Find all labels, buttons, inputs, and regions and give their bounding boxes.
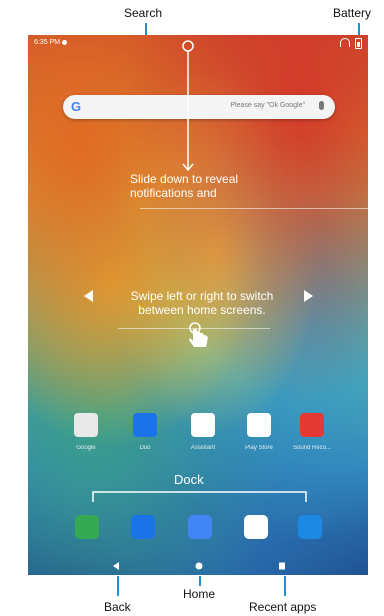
sound-recorder-icon[interactable]	[300, 413, 324, 437]
app-label: Google	[76, 445, 96, 451]
battery-icon	[355, 38, 362, 49]
dock-label: Dock	[174, 472, 204, 487]
home-callout-label: Home	[183, 587, 216, 601]
back-callout-line	[117, 576, 119, 596]
notification-divider	[140, 208, 368, 209]
slide-hint-line2: notifications and	[130, 186, 217, 200]
notification-dot-icon	[62, 40, 67, 45]
google-search-bar[interactable]: G Please say "Ok Google"	[63, 95, 335, 119]
recent-callout-label: Recent apps	[249, 600, 317, 614]
tablet-screen: 6:35 PM G Please say "Ok Google" Slide d…	[28, 35, 368, 575]
app-label: Play Store	[245, 445, 273, 451]
swipe-right-arrow-icon	[304, 290, 313, 302]
swipe-left-arrow-icon	[84, 290, 93, 302]
search-callout-label: Search	[124, 6, 163, 20]
wifi-icon	[340, 38, 350, 47]
swipe-hint-line1: Swipe left or right to switch	[130, 289, 274, 303]
battery-callout-label: Battery	[333, 6, 372, 20]
app-label: Assistant	[190, 445, 216, 451]
slide-down-arrow-icon	[182, 40, 194, 172]
status-bar: 6:35 PM	[28, 35, 368, 53]
recent-apps-nav-button[interactable]	[277, 561, 287, 571]
messages-icon[interactable]	[131, 515, 155, 539]
play-store-icon[interactable]	[247, 413, 271, 437]
camera-icon[interactable]	[298, 515, 322, 539]
slide-hint-line1: Slide down to reveal	[130, 172, 239, 186]
status-time: 6:35 PM	[34, 39, 61, 46]
back-callout-label: Back	[104, 600, 131, 614]
home-nav-button[interactable]	[194, 561, 204, 571]
home-callout-line	[199, 576, 201, 586]
recent-callout-line	[284, 576, 286, 596]
phone-icon[interactable]	[75, 515, 99, 539]
back-nav-button[interactable]	[111, 561, 121, 571]
google-folder-icon[interactable]	[74, 413, 98, 437]
files-icon[interactable]	[188, 515, 212, 539]
duo-icon[interactable]	[133, 413, 157, 437]
chrome-icon[interactable]	[244, 515, 268, 539]
microphone-icon[interactable]	[319, 101, 324, 110]
app-label: Duo	[139, 445, 151, 451]
google-logo-icon: G	[71, 99, 82, 114]
hand-swipe-icon	[189, 322, 208, 347]
search-placeholder: Please say "Ok Google"	[230, 102, 305, 109]
swipe-hint-line2: between home screens.	[138, 303, 266, 317]
assistant-icon[interactable]	[191, 413, 215, 437]
dock-bracket	[92, 491, 307, 502]
app-label: Sound Reco...	[292, 445, 332, 451]
